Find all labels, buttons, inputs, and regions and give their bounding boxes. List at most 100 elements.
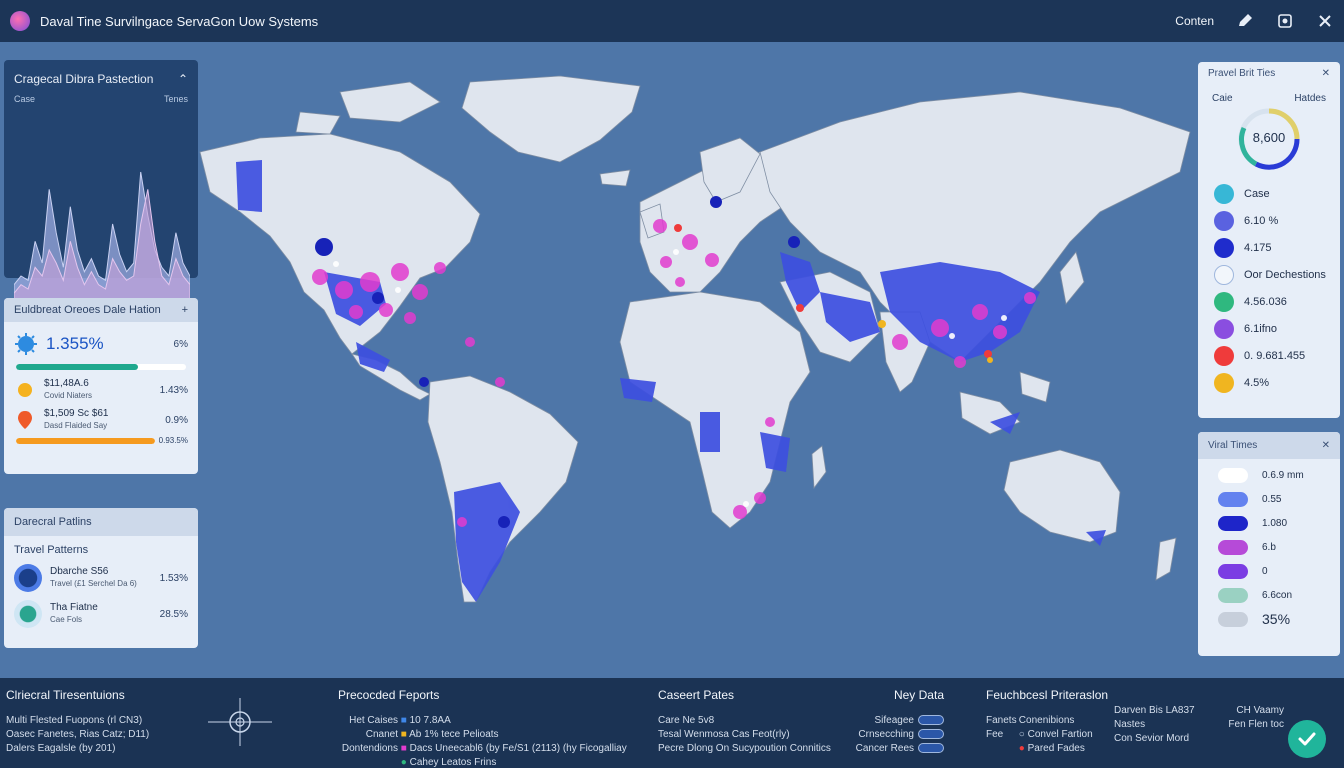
pref-label: Fee	[986, 729, 1004, 740]
legend-item[interactable]: Case	[1198, 180, 1340, 207]
travel-row-name: Tha Fiatne	[50, 602, 98, 613]
legend-swatch	[1214, 318, 1234, 339]
legend-swatch	[1214, 264, 1234, 285]
outbreak-panel-title: Euldbreat Oreoes Dale Hation	[14, 304, 161, 316]
legend-list: Case 6.10 % 4.175 Oor Dechestions 4.56.036 6.…	[1198, 180, 1340, 396]
close-icon[interactable]	[1316, 12, 1334, 30]
world-map[interactable]	[0, 42, 1344, 678]
close-panel-icon[interactable]: ✕	[1322, 68, 1330, 79]
bottom-col4-title: Ney Data	[893, 688, 944, 702]
legend-col-left: Caie	[1212, 93, 1233, 104]
content-link[interactable]: Conten	[1175, 14, 1214, 28]
viral-time-item[interactable]: 6.6con	[1198, 583, 1340, 607]
travel-row-detail: Cae Fols	[50, 615, 83, 624]
legend-swatch	[1214, 210, 1234, 231]
viral-time-label: 6.b	[1262, 541, 1276, 553]
legend-label: Oor Dechestions	[1244, 268, 1326, 281]
outbreak-panel: Euldbreat Oreoes Dale Hation + 1.355% 6%…	[4, 298, 198, 474]
travel-row-value: 28.5%	[159, 608, 188, 620]
travel-row[interactable]: Dbarche S56 Travel (£1 Serchel Da 6) 1.5…	[4, 560, 198, 596]
row1-right: 1.43%	[159, 384, 188, 396]
legend-item[interactable]: 6.10 %	[1198, 207, 1340, 234]
legend-label: 4.175	[1244, 241, 1272, 254]
viral-time-swatch	[1218, 611, 1248, 627]
viral-time-item[interactable]: 6.b	[1198, 535, 1340, 559]
toggle-switch[interactable]	[918, 729, 944, 740]
viral-time-swatch	[1218, 491, 1248, 507]
viral-time-label: 1.080	[1262, 517, 1288, 529]
legend-item[interactable]: 6.1ifno	[1198, 315, 1340, 342]
primary-stat-value: 1.355%	[46, 334, 104, 353]
legend-col-right: Hatdes	[1294, 93, 1326, 104]
legend-item[interactable]: 4.5%	[1198, 369, 1340, 396]
collapse-icon[interactable]: ⌃	[178, 72, 188, 86]
viral-time-swatch	[1218, 587, 1248, 603]
viral-time-item[interactable]: 0	[1198, 559, 1340, 583]
legend-panel-title: Pravel Brit Ties	[1208, 68, 1276, 79]
top-bar: Daval Tine Survilngace ServaGon Uow Syst…	[0, 0, 1344, 42]
viral-time-item[interactable]: 1.080	[1198, 511, 1340, 535]
viral-time-label: 0.6.9 mm	[1262, 469, 1304, 481]
travel-row[interactable]: Tha Fiatne Cae Fols 28.5%	[4, 596, 198, 632]
viral-time-label: 6.6con	[1262, 589, 1293, 601]
legend-swatch	[1214, 291, 1234, 312]
viral-time-item[interactable]: 0.6.9 mm	[1198, 463, 1340, 487]
report-label: Dontendions	[341, 743, 398, 754]
viral-times-list: 0.6.9 mm 0.55 1.080 6.b 0 6.6con 35%	[1198, 463, 1340, 631]
confirm-button[interactable]	[1288, 720, 1326, 758]
app-logo-icon	[10, 11, 30, 31]
bottom-col3-title: Caseert Pates	[658, 688, 735, 702]
legend-swatch	[1214, 237, 1234, 258]
legend-label: 0. 9.681.455	[1244, 349, 1306, 362]
viral-time-label: 0	[1262, 565, 1268, 577]
settings-icon[interactable]	[1276, 12, 1294, 30]
toggle-label: Crnsecching	[858, 729, 914, 740]
primary-progress-bar	[16, 364, 186, 370]
legend-item[interactable]: 0. 9.681.455	[1198, 342, 1340, 369]
app-title: Daval Tine Survilngace ServaGon Uow Syst…	[40, 13, 319, 29]
cases-area-chart	[14, 171, 190, 302]
bottom-col6-line: Darven Bis LA837	[1114, 705, 1195, 716]
donut-chart: 8,600	[1236, 106, 1302, 172]
report-label: Het Caises	[349, 715, 398, 726]
report-value: Cahey Leatos Frins	[409, 757, 497, 768]
bottom-col1-line: Oasec Fanetes, Rias Catz; D11)	[6, 729, 150, 740]
edit-icon[interactable]	[1236, 12, 1254, 30]
sun-virus-icon	[18, 383, 32, 397]
legend-swatch	[1214, 372, 1234, 393]
bottom-col3-line: Pecre Dlong On Sucypoution Connitics	[658, 743, 831, 754]
viral-time-label: 0.55	[1262, 493, 1282, 505]
expand-icon[interactable]: +	[182, 304, 188, 316]
travel-row-value: 1.53%	[159, 572, 188, 584]
report-value: Dacs Uneecabl6 (by Fe/S1 (2113) (hy Fico…	[409, 743, 627, 754]
legend-swatch	[1214, 345, 1234, 366]
pref-value: Pared Fades	[1027, 743, 1085, 754]
legend-label: 6.1ifno	[1244, 322, 1278, 335]
cases-left-sub: Case	[14, 94, 36, 104]
bottom-col1-line: Multi Flested Fuopons (rl CN3)	[6, 715, 143, 726]
legend-item[interactable]: Oor Dechestions	[1198, 261, 1340, 288]
secondary-right: 0.93.5%	[158, 436, 188, 445]
bottom-col5-title: Feuchbcesl Priteraslon	[986, 688, 1109, 702]
legend-item[interactable]: 4.175	[1198, 234, 1340, 261]
viral-time-item[interactable]: 35%	[1198, 607, 1340, 631]
report-label: Cnanet	[365, 729, 398, 740]
report-value: Ab 1% tece Pelioats	[409, 729, 499, 740]
bottom-col7-line: CH Vaamy	[1236, 705, 1284, 716]
viral-time-item[interactable]: 0.55	[1198, 487, 1340, 511]
toggle-switch[interactable]	[918, 743, 944, 754]
travel-subtitle: Travel Patterns	[14, 544, 89, 556]
crosshair-icon[interactable]	[204, 696, 276, 748]
viral-time-swatch	[1218, 515, 1248, 531]
travel-row-name: Dbarche S56	[50, 566, 109, 577]
toggle-label: Cancer Rees	[855, 743, 914, 754]
legend-item[interactable]: 4.56.036	[1198, 288, 1340, 315]
globe-icon	[14, 600, 42, 628]
cases-right-sub: Tenes	[163, 94, 188, 104]
travel-row-detail: Travel (£1 Serchel Da 6)	[50, 579, 137, 588]
close-panel-icon[interactable]: ✕	[1322, 440, 1330, 451]
legend-label: 4.56.036	[1244, 295, 1287, 308]
row1-line1: $11,48A.6	[44, 378, 89, 389]
toggle-switch[interactable]	[918, 715, 944, 726]
viral-time-swatch	[1218, 539, 1248, 555]
